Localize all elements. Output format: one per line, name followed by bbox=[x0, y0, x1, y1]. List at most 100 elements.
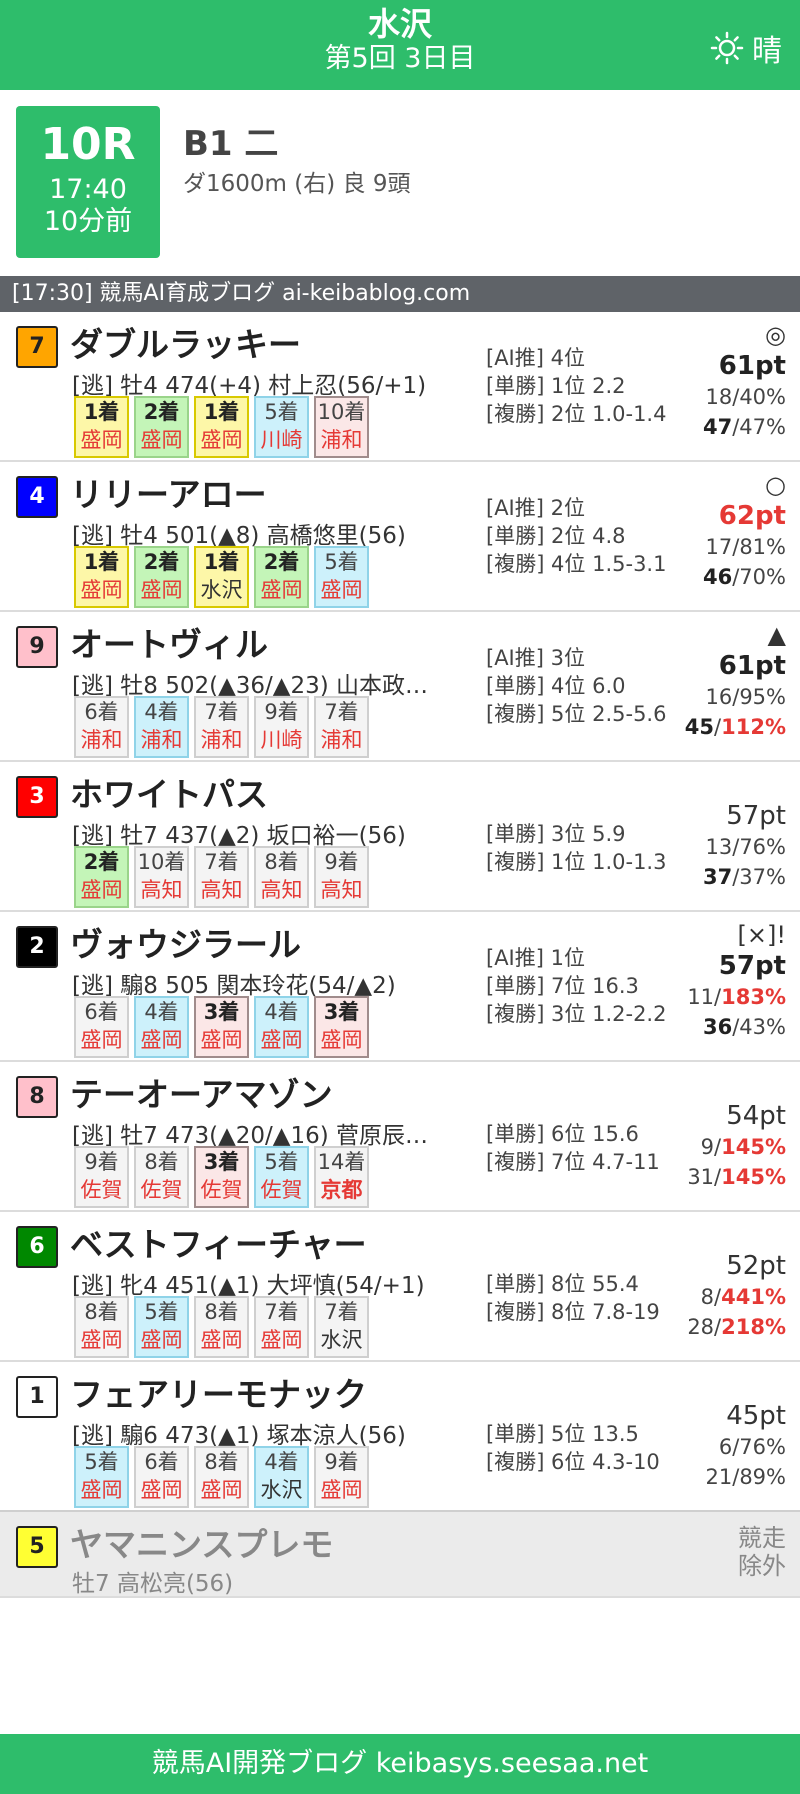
finish-position: 9着 bbox=[324, 1450, 359, 1474]
place-odds: [複勝] 6位 4.3-10 bbox=[486, 1450, 660, 1474]
horse-name[interactable]: テーオーアマゾン bbox=[70, 1068, 333, 1116]
horse-name[interactable]: フェアリーモナック bbox=[70, 1368, 367, 1416]
horse-name[interactable]: オートヴィル bbox=[70, 618, 268, 666]
prediction-mark: ◎ bbox=[765, 321, 786, 349]
race-number: 10R bbox=[40, 119, 136, 170]
win-odds: [単勝] 1位 2.2 bbox=[486, 374, 626, 398]
finish-position: 2着 bbox=[263, 550, 300, 574]
rate-count: 31/ bbox=[687, 1165, 722, 1189]
track-name: 浦和 bbox=[200, 728, 243, 752]
past-result-cell: 1着 水沢 bbox=[194, 546, 249, 608]
rate-line-2: 46/70% bbox=[636, 562, 786, 592]
past-result-cell: 8着 佐賀 bbox=[134, 1146, 189, 1208]
past-result-cell: 4着 盛岡 bbox=[134, 996, 189, 1058]
points: 62pt bbox=[718, 501, 786, 531]
horse-row[interactable]: 6 ベストフィーチャー [逃] 牝4 451(▲1) 大坪慎(54/+1) 8着 盛岡 5… bbox=[0, 1212, 800, 1362]
rate-line-2: 37/37% bbox=[636, 862, 786, 892]
points: 61pt bbox=[718, 651, 786, 681]
post-number-badge: 2 bbox=[16, 926, 58, 968]
scratched-horse-row[interactable]: 5 ヤマニンスプレモ 牡7 高松亮(56) 競走 除外 bbox=[0, 1510, 800, 1598]
past-result-cell: 5着 盛岡 bbox=[74, 1446, 129, 1508]
prediction-mark: [×]! bbox=[737, 921, 786, 949]
horse-name[interactable]: ヴォウジラール bbox=[70, 918, 301, 966]
race-number-box[interactable]: 10R 17:40 10分前 bbox=[16, 106, 160, 258]
ai-rank: [AI推] 3位 bbox=[486, 646, 585, 670]
track-name: 盛岡 bbox=[200, 1028, 243, 1052]
rate-count: 36 bbox=[703, 1015, 733, 1039]
horse-name[interactable]: ホワイトパス bbox=[70, 768, 268, 816]
prediction-mark bbox=[636, 1370, 786, 1400]
rate-percent-high: 145% bbox=[721, 1135, 786, 1159]
horse-name[interactable]: ダブルラッキー bbox=[70, 318, 301, 366]
footer-banner[interactable]: 競馬AI開発ブログ keibasys.seesaa.net bbox=[0, 1734, 800, 1794]
track-name: 佐賀 bbox=[260, 1178, 303, 1202]
score-column: 54pt 9/145% 31/145% bbox=[636, 1070, 786, 1192]
rate-line-1: 6/76% bbox=[636, 1432, 786, 1462]
track-name: 盛岡 bbox=[260, 578, 303, 602]
finish-position: 7着 bbox=[204, 700, 239, 724]
finish-position: 5着 bbox=[264, 400, 299, 424]
horse-name[interactable]: ベストフィーチャー bbox=[70, 1218, 367, 1266]
horse-row[interactable]: 9 オートヴィル [逃] 牡8 502(▲36/▲23) 山本政… 6着 浦和 4着 浦和 7… bbox=[0, 612, 800, 762]
track-name: 佐賀 bbox=[200, 1178, 243, 1202]
rate-count: 8/ bbox=[700, 1285, 722, 1309]
track-name: 盛岡 bbox=[260, 1328, 303, 1352]
finish-position: 10着 bbox=[317, 400, 366, 424]
finish-position: 8着 bbox=[84, 1300, 119, 1324]
track-name: 盛岡 bbox=[80, 1028, 123, 1052]
finish-position: 2着 bbox=[143, 400, 180, 424]
track-name: 盛岡 bbox=[320, 1478, 363, 1502]
past-results: 6着 盛岡 4着 盛岡 3着 盛岡 4着 盛岡 3着 盛岡 bbox=[74, 996, 374, 1058]
track-name: 盛岡 bbox=[80, 1328, 123, 1352]
scratch-label-line1: 競走 bbox=[738, 1524, 786, 1552]
notice-bar[interactable]: [17:30] 競馬AI育成ブログ ai-keibablog.com bbox=[0, 276, 800, 312]
horse-row[interactable]: 7 ダブルラッキー [逃] 牡4 474(+4) 村上忍(56/+1) 1着 盛岡 2着盛… bbox=[0, 312, 800, 462]
rate-line-2: 31/145% bbox=[636, 1162, 786, 1192]
finish-position: 9着 bbox=[264, 700, 299, 724]
score-column: [×]! 57pt 11/183% 36/43% bbox=[636, 920, 786, 1042]
finish-position: 2着 bbox=[143, 550, 180, 574]
track-name: 高知 bbox=[200, 878, 243, 902]
past-result-cell: 2着 盛岡 bbox=[74, 846, 129, 908]
track-name: 水沢 bbox=[200, 578, 243, 602]
finish-position: 5着 bbox=[264, 1150, 299, 1174]
track-name: 川崎 bbox=[260, 728, 303, 752]
past-result-cell: 5着 盛岡 bbox=[314, 546, 369, 608]
finish-position: 4着 bbox=[144, 1000, 179, 1024]
horse-name[interactable]: リリーアロー bbox=[70, 468, 267, 516]
horse-info: [逃] 牝4 451(▲1) 大坪慎(54/+1) bbox=[72, 1273, 425, 1299]
track-name: 盛岡 bbox=[200, 1328, 243, 1352]
past-result-cell: 1着 盛岡 bbox=[74, 396, 129, 458]
rate-count: 46 bbox=[703, 565, 733, 589]
score-column: ▲ 61pt 16/95% 45/112% bbox=[636, 620, 786, 742]
rate-percent: /37% bbox=[732, 865, 786, 889]
prediction-mark: ▲ bbox=[767, 621, 786, 649]
horse-row[interactable]: 1 フェアリーモナック [逃] 騸6 473(▲1) 塚本涼人(56) 5着 盛岡 6着盛… bbox=[0, 1362, 800, 1512]
rate-value: 6/76% bbox=[718, 1435, 786, 1459]
horse-info: 牡7 高松亮(56) bbox=[72, 1571, 234, 1597]
rate-count: 47 bbox=[703, 415, 733, 439]
track-name: 佐賀 bbox=[80, 1178, 123, 1202]
finish-position: 4着 bbox=[264, 1000, 299, 1024]
post-number-badge: 9 bbox=[16, 626, 58, 668]
past-results: 2着 盛岡 10着 高知 7着 高知 8着 高知 9着 高知 bbox=[74, 846, 374, 908]
past-result-cell: 6着 盛岡 bbox=[134, 1446, 189, 1508]
rate-count: 21/89% bbox=[705, 1465, 786, 1489]
past-result-cell: 9着盛岡 bbox=[314, 1446, 369, 1508]
track-name: 盛岡 bbox=[140, 428, 183, 452]
horse-row[interactable]: 8 テーオーアマゾン [逃] 牡7 473(▲20/▲16) 菅原辰… 9着 佐賀 8着佐… bbox=[0, 1062, 800, 1212]
track-name: 浦和 bbox=[80, 728, 123, 752]
track-name: 佐賀 bbox=[140, 1178, 183, 1202]
past-results: 1着 盛岡 2着 盛岡 1着 盛岡 5着 川崎 10着 浦和 bbox=[74, 396, 374, 458]
points: 61pt bbox=[718, 351, 786, 381]
win-odds: [単勝] 4位 6.0 bbox=[486, 674, 626, 698]
finish-position: 9着 bbox=[84, 1150, 119, 1174]
horse-row[interactable]: 2 ヴォウジラール [逃] 騸8 505 関本玲花(54/▲2) 6着 盛岡 4着 盛岡 3着… bbox=[0, 912, 800, 1062]
points: 57pt bbox=[726, 801, 786, 831]
past-results: 8着 盛岡 5着 盛岡 8着 盛岡 7着 盛岡 7着 水沢 bbox=[74, 1296, 374, 1358]
horse-name: ヤマニンスプレモ bbox=[70, 1525, 334, 1564]
horse-row[interactable]: 4 リリーアロー [逃] 牡4 501(▲8) 高橋悠里(56) 1着 盛岡 2着 盛岡 1着… bbox=[0, 462, 800, 612]
rate-percent-high: 112% bbox=[721, 715, 786, 739]
points: 57pt bbox=[718, 951, 786, 981]
horse-row[interactable]: 3 ホワイトパス [逃] 牡7 437(▲2) 坂口裕一(56) 2着 盛岡 10着 高知 7… bbox=[0, 762, 800, 912]
